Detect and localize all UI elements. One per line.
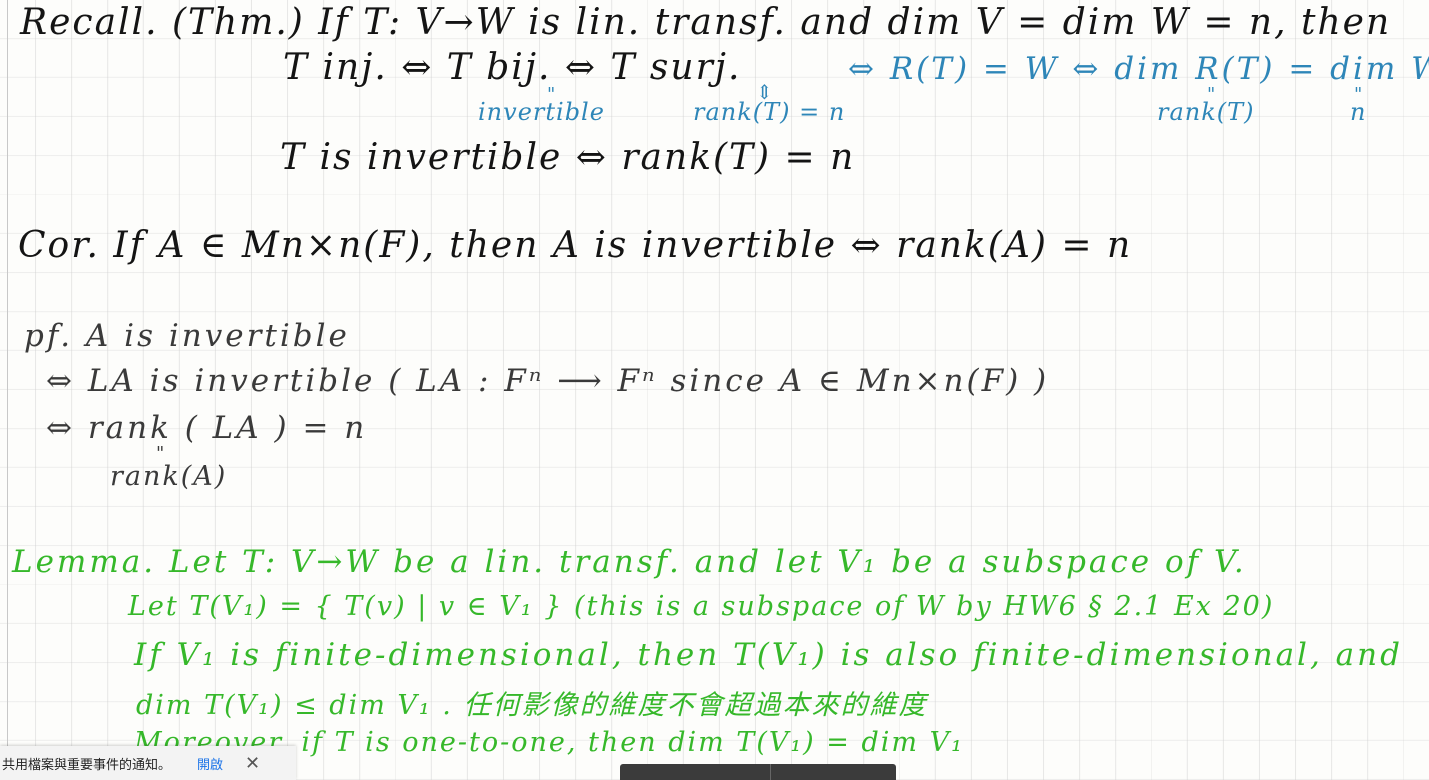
page-margin-rule (7, 0, 8, 780)
recall-line-2: T inj. ⇔ T bij. ⇔ T surj. (283, 47, 742, 88)
notification-message: 共用檔案與重要事件的通知。 (2, 757, 172, 773)
lemma-line-1: Lemma. Let T: V→W be a lin. transf. and … (12, 544, 1247, 580)
toolbar-divider (770, 764, 771, 780)
proof-line-4: rank(A) (110, 461, 228, 492)
proof-line-2: ⇔ LA is invertible ( LA : Fⁿ ⟶ Fⁿ since … (46, 363, 1050, 399)
notification-toast: 共用檔案與重要事件的通知。 開啟 ✕ (0, 746, 296, 780)
close-icon[interactable]: ✕ (245, 753, 260, 774)
lemma-line-3: If V₁ is finite-dimensional, then T(V₁) … (134, 637, 1403, 673)
proof-line-3: ⇔ rank ( LA ) = n (46, 410, 368, 446)
bottom-toolbar[interactable] (620, 764, 896, 780)
rank-T-label: rank(T) (1157, 98, 1255, 126)
rank-equals-n: rank(T) = n (693, 98, 846, 126)
notebook-page: Recall. (Thm.) If T: V→W is lin. transf.… (0, 0, 1429, 780)
recall-line-3: T is invertible ⇔ rank(T) = n (280, 137, 856, 178)
n-label: n (1350, 98, 1367, 126)
recall-line-2-blue: ⇔ R(T) = W ⇔ dim R(T) = dim W (848, 51, 1429, 87)
recall-line-1: Recall. (Thm.) If T: V→W is lin. transf.… (20, 2, 1392, 43)
proof-line-1: pf. A is invertible (24, 318, 350, 354)
lemma-line-2: Let T(V₁) = { T(v) | v ∈ V₁ } (this is a… (128, 591, 1275, 622)
invertible-label: invertible (478, 98, 605, 126)
lemma-line-4: dim T(V₁) ≤ dim V₁ . 任何影像的維度不會超過本來的維度 (136, 690, 928, 721)
notification-open-link[interactable]: 開啟 (197, 754, 223, 773)
corollary-statement: Cor. If A ∈ Mn×n(F), then A is invertibl… (18, 225, 1133, 266)
